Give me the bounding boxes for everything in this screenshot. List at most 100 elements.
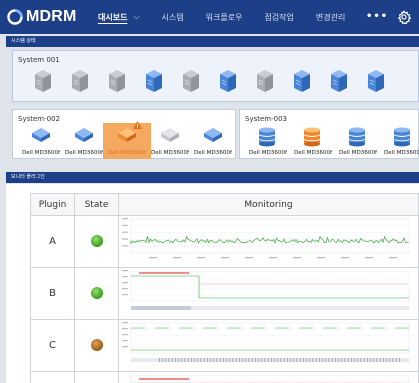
gear-icon[interactable] bbox=[397, 10, 411, 24]
system-001-panel: System 001 bbox=[12, 50, 419, 102]
database-icon bbox=[303, 127, 321, 147]
range-slider-tick bbox=[251, 358, 253, 362]
range-slider-tick bbox=[226, 358, 228, 362]
range-slider-tick bbox=[283, 358, 285, 362]
plot-area bbox=[130, 322, 410, 354]
tick-label bbox=[122, 276, 128, 278]
range-slider-tick bbox=[383, 358, 384, 362]
chart-b-thumbnail bbox=[122, 270, 410, 310]
chevron-down-icon[interactable]: ⌵ bbox=[133, 12, 139, 22]
device-label: Dell MD3600f bbox=[108, 150, 146, 156]
range-slider-tick bbox=[171, 358, 173, 362]
range-slider-tick bbox=[255, 358, 256, 362]
range-slider-tick bbox=[239, 358, 240, 362]
server-icon[interactable] bbox=[33, 69, 53, 93]
range-slider-tick bbox=[232, 358, 234, 362]
range-slider-tick bbox=[319, 358, 320, 362]
table-row[interactable]: B bbox=[30, 267, 419, 320]
range-slider-tick bbox=[335, 358, 336, 362]
nav-workflow[interactable]: 워크플로우 bbox=[206, 12, 243, 23]
range-slider-tick bbox=[219, 358, 221, 362]
disk-array-icon bbox=[118, 128, 136, 142]
server-icon[interactable] bbox=[70, 69, 90, 93]
range-slider-tick bbox=[261, 358, 263, 362]
range-slider-tick bbox=[271, 358, 272, 362]
monitoring-table: Plugin State Monitoring A B C bbox=[30, 193, 419, 383]
legend-text bbox=[139, 378, 189, 380]
range-slider-tick bbox=[210, 358, 212, 362]
range-slider-tick bbox=[207, 358, 208, 362]
server-icon[interactable] bbox=[218, 69, 238, 93]
tick-label bbox=[221, 257, 229, 259]
range-slider-tick bbox=[216, 358, 218, 362]
tick-label bbox=[122, 231, 128, 233]
table-row[interactable]: C bbox=[30, 319, 419, 372]
status-ok-icon bbox=[90, 234, 103, 247]
range-slider-tick bbox=[386, 358, 388, 362]
range-slider-tick bbox=[354, 358, 356, 362]
tick-label bbox=[269, 257, 277, 259]
range-slider-tick bbox=[280, 358, 282, 362]
server-icon[interactable] bbox=[255, 69, 275, 93]
more-menu-icon[interactable]: ••• bbox=[366, 11, 388, 22]
range-slider-tick bbox=[370, 358, 372, 362]
range-slider-tick bbox=[235, 358, 237, 362]
range-slider-tick bbox=[344, 358, 346, 362]
server-icon[interactable] bbox=[366, 69, 386, 93]
tick-label bbox=[389, 257, 397, 259]
database-icon bbox=[393, 127, 411, 147]
state-cell bbox=[74, 267, 119, 320]
nav-system[interactable]: 시스템 bbox=[162, 12, 184, 23]
server-icon[interactable] bbox=[107, 69, 127, 93]
server-icon[interactable] bbox=[144, 69, 164, 93]
range-slider-tick bbox=[274, 358, 276, 362]
range-slider-tick bbox=[168, 358, 170, 362]
tick-label bbox=[122, 224, 128, 226]
monitoring-chart-d[interactable] bbox=[118, 371, 419, 383]
range-slider-tick bbox=[287, 358, 288, 362]
table-row[interactable] bbox=[30, 371, 419, 383]
server-icon[interactable] bbox=[292, 69, 312, 93]
tick-label bbox=[122, 294, 128, 296]
range-slider-tick bbox=[367, 358, 368, 362]
device-label: Dell MD3600f bbox=[194, 150, 232, 156]
database-icon bbox=[348, 127, 366, 147]
logo-icon bbox=[7, 9, 23, 25]
range-slider-tick bbox=[306, 358, 308, 362]
nav-inspection[interactable]: 점검작업 bbox=[264, 12, 293, 23]
app-logo[interactable]: MDRM bbox=[7, 8, 77, 26]
disk-array-icon bbox=[32, 128, 50, 142]
tick-label bbox=[122, 334, 128, 336]
range-slider-tick bbox=[159, 358, 160, 362]
range-slider-tick bbox=[392, 358, 394, 362]
monitoring-chart-a[interactable] bbox=[118, 215, 419, 268]
range-slider-tick bbox=[341, 358, 343, 362]
monitoring-chart-c[interactable] bbox=[118, 319, 419, 372]
state-cell bbox=[74, 371, 119, 383]
tick-label bbox=[173, 257, 181, 259]
device-label: Dell MD3600f bbox=[384, 150, 419, 156]
range-slider-tick bbox=[213, 358, 215, 362]
range-slider-tick bbox=[248, 358, 250, 362]
chart-c-thumbnail bbox=[122, 322, 410, 362]
nav-change-management[interactable]: 변경관리 bbox=[316, 12, 345, 23]
chart-a-thumbnail bbox=[122, 218, 410, 259]
column-header-monitoring: Monitoring bbox=[118, 193, 419, 216]
range-slider-tick bbox=[373, 358, 375, 362]
status-warning-icon bbox=[90, 338, 103, 351]
server-icon[interactable] bbox=[329, 69, 349, 93]
nav-dashboard[interactable]: 대시보드 bbox=[98, 12, 127, 23]
range-slider-tick bbox=[303, 358, 304, 362]
monitoring-chart-b[interactable] bbox=[118, 267, 419, 320]
range-slider-tick bbox=[203, 358, 205, 362]
monitoring-panel: Plugin State Monitoring A B C bbox=[6, 184, 419, 383]
tick-label bbox=[341, 257, 349, 259]
server-icon[interactable] bbox=[181, 69, 201, 93]
table-row[interactable]: A bbox=[30, 215, 419, 268]
range-slider-tick bbox=[315, 358, 317, 362]
legend-text bbox=[139, 272, 189, 274]
logo-text: MDRM bbox=[26, 8, 77, 25]
column-header-state: State bbox=[74, 193, 119, 216]
range-slider-tick bbox=[376, 358, 378, 362]
range-slider-tick bbox=[181, 358, 183, 362]
